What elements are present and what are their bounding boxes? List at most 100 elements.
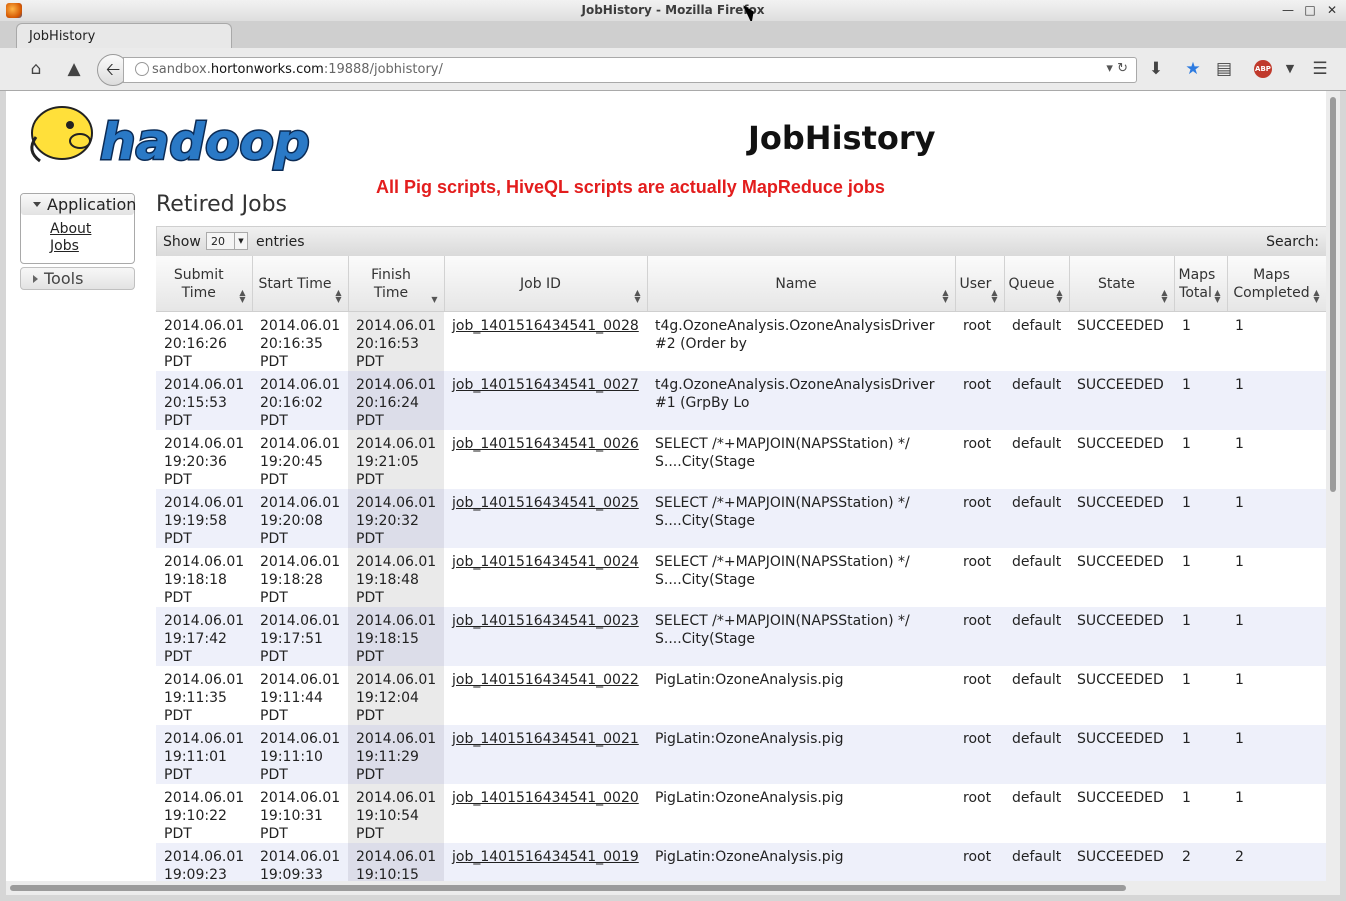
sort-icon: ▲ ▼ bbox=[991, 288, 998, 304]
cell-start-time: 2014.06.01 20:16:35 PDT bbox=[252, 311, 348, 371]
column-header-start-time[interactable]: Start Time ▲ ▼ bbox=[252, 256, 349, 312]
home-icon[interactable]: ⌂ bbox=[24, 57, 48, 81]
maximize-icon[interactable]: □ bbox=[1302, 2, 1318, 18]
application-header[interactable]: Application bbox=[21, 194, 136, 215]
abp-dropdown-icon[interactable]: ▼ bbox=[1278, 57, 1302, 81]
download-icon[interactable]: ⬇ bbox=[1144, 57, 1168, 81]
cell-maps-completed: 1 bbox=[1227, 489, 1326, 548]
sort-icon: ▲ ▼ bbox=[1056, 288, 1063, 304]
cell-submit-time: 2014.06.01 19:18:18 PDT bbox=[156, 548, 252, 607]
tab-label: JobHistory bbox=[29, 29, 96, 44]
column-header-job-id[interactable]: Job ID ▲ ▼ bbox=[444, 256, 648, 312]
job-id-link[interactable]: job_1401516434541_0021 bbox=[452, 731, 639, 747]
column-header-label: Submit Time bbox=[173, 266, 224, 301]
cell-maps-total: 1 bbox=[1174, 784, 1227, 843]
table-row: 2014.06.01 19:18:18 PDT 2014.06.01 19:18:… bbox=[156, 548, 1326, 607]
minimize-icon[interactable]: — bbox=[1280, 2, 1296, 18]
cell-finish-time: 2014.06.01 20:16:53 PDT bbox=[348, 311, 444, 371]
sync-icon[interactable]: ▲ bbox=[62, 57, 86, 81]
horizontal-scrollbar[interactable] bbox=[6, 881, 1326, 895]
page-size-select[interactable]: 20 ▼ bbox=[206, 232, 248, 250]
application-menu: Application About Jobs bbox=[20, 193, 136, 264]
cell-state: SUCCEEDED bbox=[1069, 311, 1174, 371]
cell-user: root bbox=[955, 371, 1004, 430]
cell-name: PigLatin:OzoneAnalysis.pig bbox=[647, 725, 955, 784]
column-header-queue[interactable]: Queue ▲ ▼ bbox=[1004, 256, 1070, 312]
cell-job-id: job_1401516434541_0025 bbox=[444, 489, 647, 548]
adblock-plus-icon[interactable]: ABP bbox=[1254, 60, 1272, 78]
close-icon[interactable]: ✕ bbox=[1324, 2, 1340, 18]
url-dropdown-icon[interactable]: ▾ bbox=[1106, 61, 1113, 76]
horizontal-scroll-thumb[interactable] bbox=[10, 885, 1126, 891]
notice-text: All Pig scripts, HiveQL scripts are actu… bbox=[376, 177, 885, 197]
jobs-link[interactable]: Jobs bbox=[50, 238, 134, 255]
reload-icon[interactable]: ↻ bbox=[1117, 61, 1128, 76]
column-header-user[interactable]: User ▲ ▼ bbox=[955, 256, 1005, 312]
job-id-link[interactable]: job_1401516434541_0028 bbox=[452, 318, 639, 334]
cell-finish-time: 2014.06.01 19:11:29 PDT bbox=[348, 725, 444, 784]
url-bar[interactable]: sandbox.hortonworks.com:19888/jobhistory… bbox=[123, 57, 1137, 83]
about-link[interactable]: About bbox=[50, 221, 134, 238]
job-id-link[interactable]: job_1401516434541_0026 bbox=[452, 436, 639, 452]
cell-start-time: 2014.06.01 20:16:02 PDT bbox=[252, 371, 348, 430]
page-title: JobHistory bbox=[748, 119, 936, 157]
page-size-value: 20 bbox=[211, 235, 225, 248]
cell-maps-total: 1 bbox=[1174, 548, 1227, 607]
column-header-finish-time[interactable]: Finish Time ▼ bbox=[348, 256, 445, 312]
vertical-scroll-thumb[interactable] bbox=[1330, 97, 1336, 492]
tab-jobhistory[interactable]: JobHistory bbox=[16, 23, 232, 50]
column-header-label: Maps Completed bbox=[1233, 266, 1310, 301]
job-id-link[interactable]: job_1401516434541_0025 bbox=[452, 495, 639, 511]
url-text[interactable]: sandbox.hortonworks.com:19888/jobhistory… bbox=[152, 62, 443, 77]
cell-maps-total: 1 bbox=[1174, 311, 1227, 371]
column-header-label: Name bbox=[775, 275, 817, 292]
cell-finish-time: 2014.06.01 20:16:24 PDT bbox=[348, 371, 444, 430]
cell-finish-time: 2014.06.01 19:12:04 PDT bbox=[348, 666, 444, 725]
cell-maps-completed: 1 bbox=[1227, 784, 1326, 843]
cell-maps-total: 1 bbox=[1174, 607, 1227, 666]
column-header-maps-completed[interactable]: Maps Completed ▲ ▼ bbox=[1227, 256, 1326, 312]
cell-submit-time: 2014.06.01 19:17:42 PDT bbox=[156, 607, 252, 666]
cell-queue: default bbox=[1004, 311, 1069, 371]
job-id-link[interactable]: job_1401516434541_0022 bbox=[452, 672, 639, 688]
cell-submit-time: 2014.06.01 19:20:36 PDT bbox=[156, 430, 252, 489]
column-header-name[interactable]: Name ▲ ▼ bbox=[647, 256, 956, 312]
cell-maps-completed: 1 bbox=[1227, 311, 1326, 371]
cell-maps-total: 1 bbox=[1174, 430, 1227, 489]
cell-queue: default bbox=[1004, 430, 1069, 489]
cell-start-time: 2014.06.01 19:18:28 PDT bbox=[252, 548, 348, 607]
table-row: 2014.06.01 20:16:26 PDT 2014.06.01 20:16:… bbox=[156, 311, 1326, 371]
cell-queue: default bbox=[1004, 489, 1069, 548]
column-header-maps-total[interactable]: Maps Total ▲ ▼ bbox=[1174, 256, 1228, 312]
tools-label: Tools bbox=[44, 269, 84, 288]
cell-submit-time: 2014.06.01 19:11:01 PDT bbox=[156, 725, 252, 784]
cell-name: t4g.OzoneAnalysis.OzoneAnalysisDriver #1… bbox=[647, 371, 955, 430]
column-header-state[interactable]: State ▲ ▼ bbox=[1069, 256, 1175, 312]
cell-start-time: 2014.06.01 19:20:45 PDT bbox=[252, 430, 348, 489]
cell-finish-time: 2014.06.01 19:21:05 PDT bbox=[348, 430, 444, 489]
cell-user: root bbox=[955, 607, 1004, 666]
cell-queue: default bbox=[1004, 371, 1069, 430]
job-id-link[interactable]: job_1401516434541_0027 bbox=[452, 377, 639, 393]
tools-menu[interactable]: Tools bbox=[20, 267, 135, 290]
cell-state: SUCCEEDED bbox=[1069, 843, 1174, 881]
job-id-link[interactable]: job_1401516434541_0020 bbox=[452, 790, 639, 806]
cell-submit-time: 2014.06.01 19:09:23 PDT bbox=[156, 843, 252, 881]
bookmark-star-icon[interactable]: ★ bbox=[1181, 57, 1205, 81]
cell-name: PigLatin:OzoneAnalysis.pig bbox=[647, 784, 955, 843]
sort-icon: ▲ ▼ bbox=[1214, 288, 1221, 304]
cell-finish-time: 2014.06.01 19:18:48 PDT bbox=[348, 548, 444, 607]
table-row: 2014.06.01 19:20:36 PDT 2014.06.01 19:20:… bbox=[156, 430, 1326, 489]
job-id-link[interactable]: job_1401516434541_0023 bbox=[452, 613, 639, 629]
cell-maps-completed: 1 bbox=[1227, 607, 1326, 666]
cell-queue: default bbox=[1004, 607, 1069, 666]
column-header-label: Maps Total bbox=[1178, 266, 1216, 301]
column-header-submit-time[interactable]: Submit Time ▲ ▼ bbox=[156, 256, 253, 312]
sort-icon: ▲ ▼ bbox=[634, 288, 641, 304]
vertical-scrollbar[interactable] bbox=[1326, 91, 1340, 881]
bookmarks-list-icon[interactable]: ▤ bbox=[1212, 57, 1236, 81]
job-id-link[interactable]: job_1401516434541_0019 bbox=[452, 849, 639, 865]
cell-start-time: 2014.06.01 19:11:44 PDT bbox=[252, 666, 348, 725]
menu-icon[interactable]: ☰ bbox=[1308, 57, 1332, 81]
job-id-link[interactable]: job_1401516434541_0024 bbox=[452, 554, 639, 570]
